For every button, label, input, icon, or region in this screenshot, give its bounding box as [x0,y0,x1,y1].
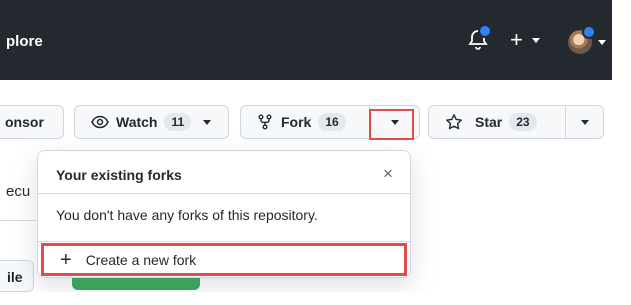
top-navigation-bar: plore + [0,0,618,80]
watch-label: Watch [116,114,158,130]
popover-divider [38,193,410,194]
fork-count-badge: 16 [318,113,346,131]
nav-explore-link[interactable]: plore [6,33,43,50]
watch-button[interactable]: Watch 11 [74,105,229,139]
popover-title: Your existing forks [56,167,182,183]
create-new-plus-icon[interactable]: + [510,29,523,51]
plus-icon: + [60,248,72,271]
star-dropdown-toggle[interactable] [566,106,604,138]
no-forks-message: You don't have any forks of this reposit… [56,207,318,223]
repo-forked-icon [258,114,272,130]
sponsor-button[interactable]: onsor [0,105,64,139]
create-new-fork-label: Create a new fork [85,251,197,268]
star-icon [446,114,462,130]
fork-dropdown-highlight [369,109,414,140]
star-label: Star [475,114,503,130]
star-count-badge: 23 [509,113,537,131]
background-divider [0,220,36,221]
file-button-label: ile [7,269,23,285]
notification-dot-icon [478,24,492,38]
fork-dropdown-popover: Your existing forks × You don't have any… [37,150,411,278]
file-button[interactable]: ile [0,260,34,292]
eye-icon [91,115,109,129]
fork-label: Fork [281,114,312,130]
popover-divider-bottom [38,241,410,242]
watch-chevron-down-icon [203,119,212,125]
sponsor-label: onsor [5,114,44,130]
star-chevron-down-icon [581,119,589,125]
watch-count-badge: 11 [164,113,192,131]
close-icon[interactable]: × [383,164,393,184]
create-new-fork-item[interactable]: + Create a new fork [41,243,407,276]
avatar-chevron-down-icon[interactable] [598,40,606,45]
avatar-status-dot-icon [582,25,596,39]
star-button[interactable]: Star 23 [428,105,604,139]
repository-content: onsor Watch 11 Fork 16 Star 23 ecu ile Y… [0,80,618,305]
plus-chevron-down-icon[interactable] [532,38,540,43]
background-side-text: ecu [6,183,31,200]
